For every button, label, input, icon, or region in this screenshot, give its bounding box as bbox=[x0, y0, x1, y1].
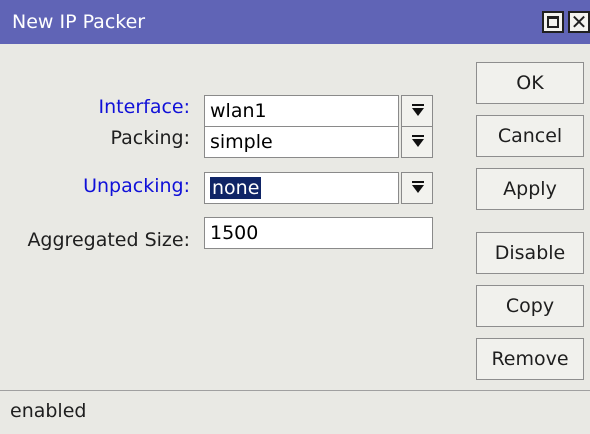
interface-dropdown-button[interactable] bbox=[401, 95, 433, 127]
close-icon: ✕ bbox=[570, 10, 588, 34]
unpacking-value: none bbox=[210, 177, 262, 199]
packing-value: simple bbox=[210, 131, 273, 153]
maximize-icon bbox=[547, 16, 559, 28]
copy-button[interactable]: Copy bbox=[476, 285, 584, 327]
title-bar[interactable]: New IP Packer ✕ bbox=[0, 0, 590, 44]
aggregated-size-input[interactable]: 1500 bbox=[204, 217, 433, 249]
packing-field[interactable]: simple bbox=[204, 126, 399, 158]
ok-button[interactable]: OK bbox=[476, 62, 584, 104]
apply-button[interactable]: Apply bbox=[476, 168, 584, 210]
maximize-button[interactable] bbox=[542, 11, 564, 33]
close-button[interactable]: ✕ bbox=[568, 10, 590, 34]
unpacking-field[interactable]: none bbox=[204, 172, 399, 204]
status-text: enabled bbox=[10, 400, 87, 422]
dropdown-arrow-icon bbox=[412, 104, 424, 116]
remove-button[interactable]: Remove bbox=[476, 338, 584, 380]
interface-value: wlan1 bbox=[210, 100, 267, 122]
aggregated-size-label: Aggregated Size: bbox=[27, 229, 190, 251]
packing-dropdown-button[interactable] bbox=[401, 126, 433, 158]
disable-button[interactable]: Disable bbox=[476, 232, 584, 274]
interface-label[interactable]: Interface: bbox=[99, 96, 190, 118]
interface-field[interactable]: wlan1 bbox=[204, 95, 399, 127]
aggregated-size-value: 1500 bbox=[210, 222, 259, 244]
status-bar: enabled bbox=[0, 390, 590, 434]
window-title: New IP Packer bbox=[12, 11, 146, 33]
cancel-button[interactable]: Cancel bbox=[476, 115, 584, 157]
unpacking-dropdown-button[interactable] bbox=[401, 172, 433, 204]
new-ip-packer-window: New IP Packer ✕ Interface: wlan1 Packing… bbox=[0, 0, 590, 434]
unpacking-label[interactable]: Unpacking: bbox=[83, 175, 190, 197]
packing-label: Packing: bbox=[110, 127, 190, 149]
dropdown-arrow-icon bbox=[412, 181, 424, 193]
dropdown-arrow-icon bbox=[412, 135, 424, 147]
